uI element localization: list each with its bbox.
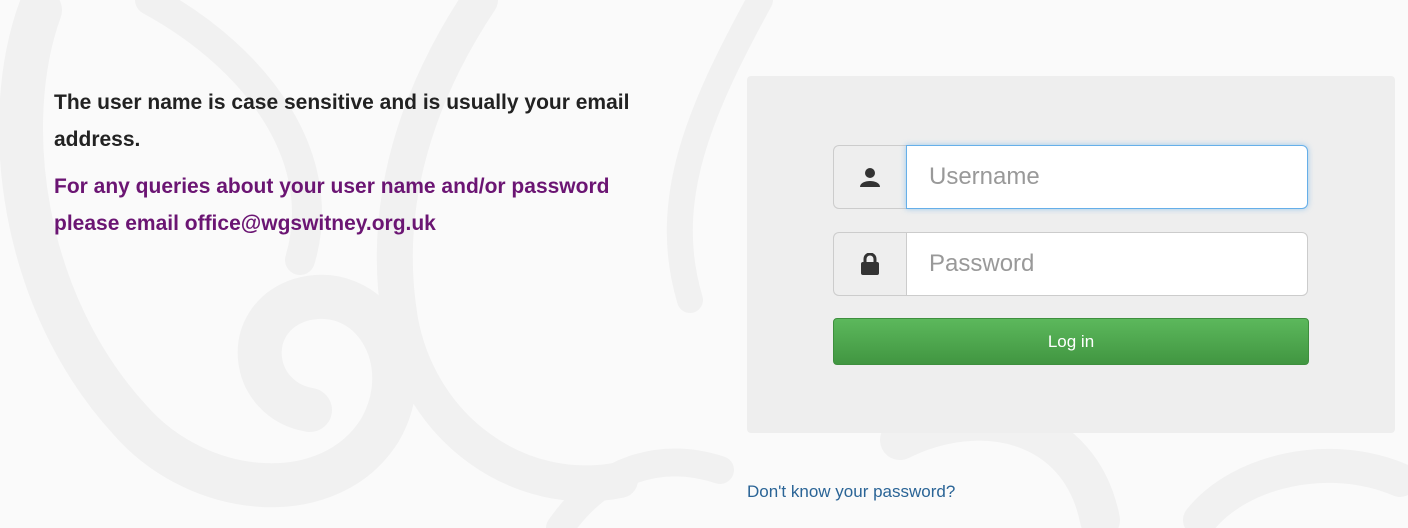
user-icon xyxy=(833,145,906,209)
contact-instructions: For any queries about your user name and… xyxy=(54,175,610,235)
password-input[interactable] xyxy=(906,232,1308,296)
login-panel: Log in xyxy=(747,76,1395,433)
username-input[interactable] xyxy=(906,145,1308,209)
case-sensitive-note: The user name is case sensitive and is u… xyxy=(54,91,630,151)
forgot-password-link[interactable]: Don't know your password? xyxy=(747,482,955,502)
login-button[interactable]: Log in xyxy=(833,318,1309,365)
username-input-group xyxy=(833,145,1308,209)
login-help-text: The user name is case sensitive and is u… xyxy=(54,84,674,242)
password-input-group xyxy=(833,232,1308,296)
lock-icon xyxy=(833,232,906,296)
